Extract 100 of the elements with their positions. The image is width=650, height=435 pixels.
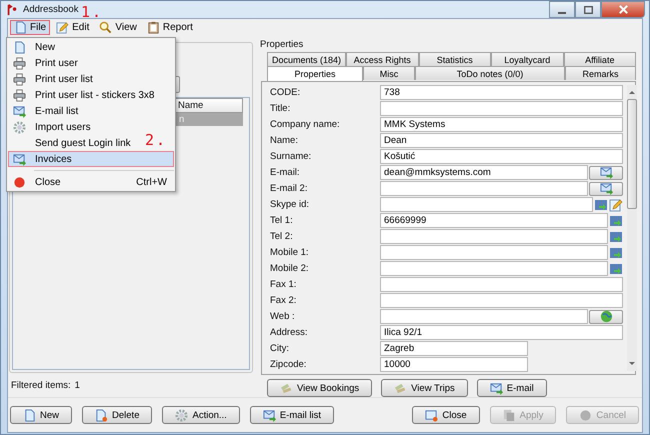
- input-field[interactable]: [380, 229, 608, 244]
- footer-button[interactable]: Delete: [82, 406, 152, 424]
- field-label: City:: [270, 343, 290, 354]
- menu-item[interactable]: View: [95, 20, 141, 34]
- column-header[interactable]: Name: [173, 98, 243, 113]
- annotation-number: 1.: [81, 3, 104, 21]
- send-email-button[interactable]: [589, 182, 623, 196]
- menu-item[interactable]: Invoices: [8, 151, 174, 167]
- field-label: Zipcode:: [270, 359, 308, 370]
- document-icon: [23, 408, 36, 422]
- panel-button[interactable]: View Trips: [381, 379, 468, 397]
- pages-icon: [502, 408, 516, 422]
- group-title: Properties: [259, 38, 304, 52]
- maximize-button[interactable]: [575, 1, 601, 18]
- globe-icon: [600, 310, 612, 323]
- field-label: Title:: [270, 103, 292, 114]
- input-field[interactable]: 10000: [380, 357, 528, 372]
- document-icon: [12, 40, 26, 54]
- edit-button[interactable]: [609, 198, 623, 212]
- panel-button[interactable]: E-mail: [476, 379, 547, 397]
- field-label: E-mail 2:: [270, 183, 308, 194]
- input-field[interactable]: [380, 245, 608, 260]
- input-field[interactable]: dean@mmksystems.com: [380, 165, 588, 180]
- input-field[interactable]: Ilica 92/1: [380, 325, 623, 340]
- menu-item[interactable]: Report: [142, 20, 197, 34]
- scrollbar-thumb[interactable]: [627, 99, 637, 209]
- call-button[interactable]: [609, 214, 623, 228]
- input-field[interactable]: [380, 197, 593, 212]
- tab[interactable]: Affiliate: [564, 52, 636, 66]
- clipboard-icon: [146, 20, 160, 34]
- document-icon: [14, 20, 27, 34]
- send-email-button[interactable]: [589, 166, 623, 180]
- menu-item[interactable]: Print user list: [8, 71, 174, 87]
- menu-item[interactable]: Print user: [8, 55, 174, 71]
- printer-icon: [12, 56, 26, 70]
- minimize-button[interactable]: [549, 1, 575, 18]
- field-label: Tel 1:: [270, 215, 294, 226]
- input-field[interactable]: [380, 181, 588, 196]
- printer-icon: [12, 72, 26, 86]
- input-field[interactable]: Dean: [380, 133, 623, 148]
- gear-icon: [175, 408, 188, 422]
- call-button[interactable]: [594, 198, 608, 212]
- input-field[interactable]: Košutić: [380, 149, 623, 164]
- call-button[interactable]: [609, 246, 623, 260]
- footer-button[interactable]: Action...: [162, 406, 240, 424]
- maximize-icon: [584, 6, 592, 14]
- menu-item[interactable]: File: [10, 20, 50, 34]
- tickets-icon: [280, 382, 293, 394]
- input-field[interactable]: [380, 309, 588, 324]
- search-icon: [99, 20, 112, 34]
- input-field[interactable]: 66669999: [380, 213, 608, 228]
- field-label: Tel 2:: [270, 231, 294, 242]
- window-title: Addressbook: [23, 4, 78, 15]
- open-website-button[interactable]: [589, 310, 623, 324]
- field-label: Skype id:: [270, 199, 310, 210]
- scroll-up-icon: [628, 88, 636, 96]
- tab[interactable]: Statistics: [418, 52, 492, 66]
- call-button[interactable]: [609, 230, 623, 244]
- menu-item[interactable]: New: [8, 39, 174, 55]
- tab[interactable]: Documents (184): [267, 52, 346, 66]
- footer-button[interactable]: Close: [412, 406, 480, 424]
- field-label: Web :: [270, 311, 296, 322]
- field-label: Name:: [270, 135, 299, 146]
- menu-item[interactable]: Close Ctrl+W: [8, 174, 174, 190]
- input-field[interactable]: [380, 277, 623, 292]
- dot-icon: [12, 176, 26, 188]
- panel-button[interactable]: View Bookings: [267, 379, 372, 397]
- field-label: Mobile 2:: [270, 263, 310, 274]
- field-label: Surname:: [270, 151, 312, 162]
- close-icon: [616, 3, 630, 16]
- pencil-icon: [609, 198, 623, 212]
- tickets-icon: [394, 382, 408, 394]
- tab[interactable]: Loyaltycard: [491, 52, 564, 66]
- field-label: E-mail:: [270, 167, 301, 178]
- field-label: Fax 2:: [270, 295, 298, 306]
- menu-item[interactable]: Edit: [52, 20, 94, 34]
- footer-button[interactable]: New: [10, 406, 72, 424]
- input-field[interactable]: [380, 293, 623, 308]
- tab[interactable]: Access Rights: [346, 52, 419, 66]
- field-label: Company name:: [270, 119, 341, 130]
- field-label: CODE:: [270, 87, 302, 98]
- menu-item[interactable]: E-mail list: [8, 103, 174, 119]
- input-field[interactable]: [380, 261, 608, 276]
- tab[interactable]: Properties: [267, 66, 363, 81]
- field-label: Address:: [270, 327, 308, 338]
- tab[interactable]: ToDo notes (0/0): [415, 66, 565, 80]
- footer-button[interactable]: E-mail list: [250, 406, 334, 424]
- filtered-items-count: 1: [74, 380, 80, 390]
- input-field[interactable]: [380, 101, 623, 116]
- close-button[interactable]: [601, 1, 645, 18]
- menu-item[interactable]: Print user list - stickers 3x8: [8, 87, 174, 103]
- input-field[interactable]: 738: [380, 85, 623, 100]
- scroll-down-icon: [628, 360, 636, 368]
- vertical-scrollbar[interactable]: [627, 85, 637, 371]
- minimize-icon: [558, 12, 566, 14]
- input-field[interactable]: MMK Systems: [380, 117, 623, 132]
- tab[interactable]: Misc: [363, 66, 415, 80]
- tab[interactable]: Remarks: [565, 66, 636, 80]
- call-button[interactable]: [609, 262, 623, 276]
- input-field[interactable]: Zagreb: [380, 341, 528, 356]
